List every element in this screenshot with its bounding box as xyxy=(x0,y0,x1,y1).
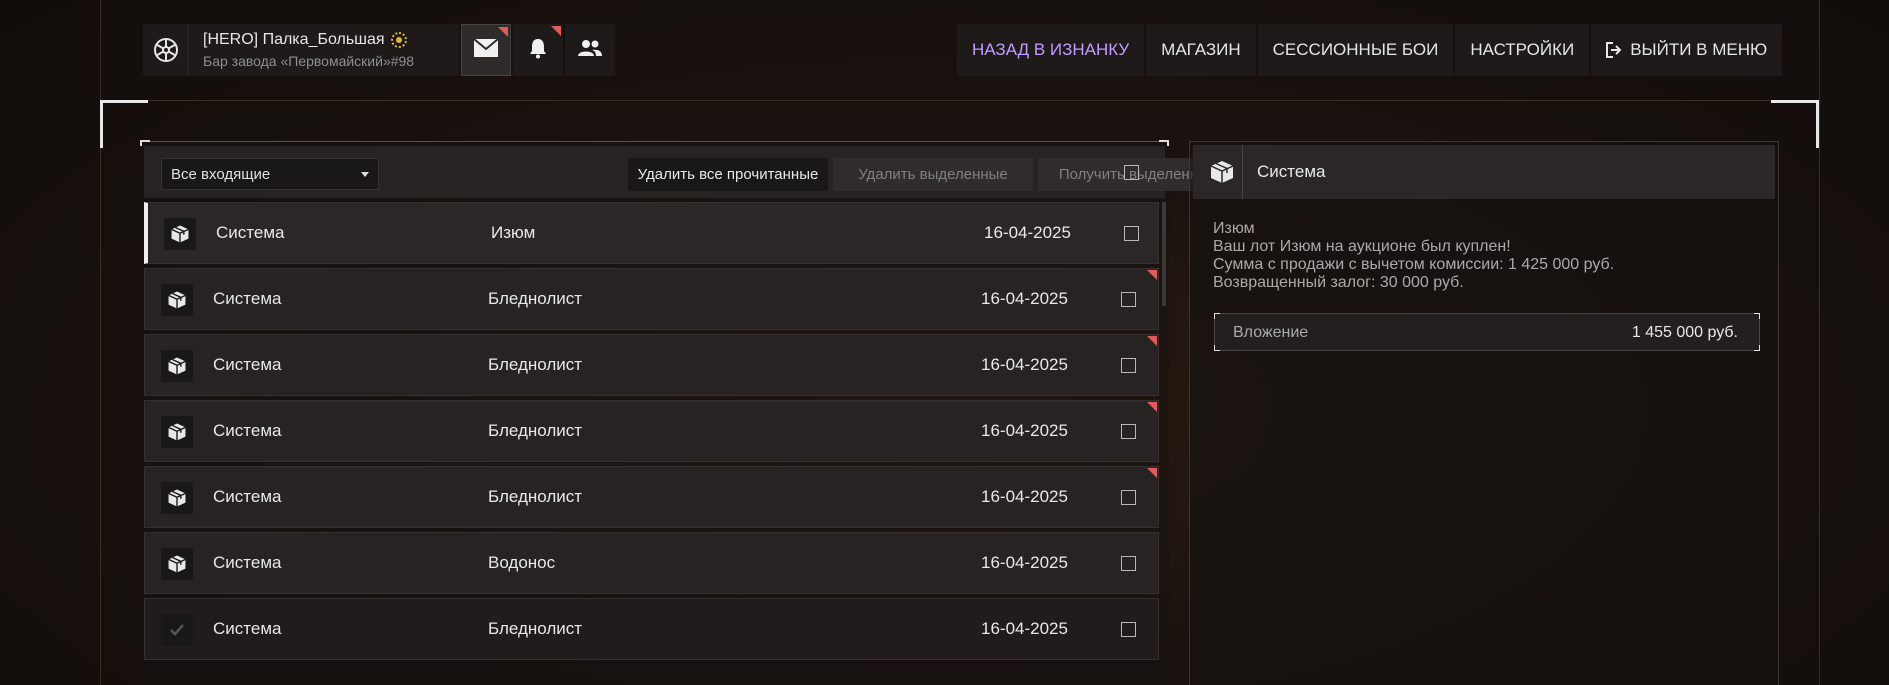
mail-filter-value: Все входящие xyxy=(171,166,271,183)
frame-line-right xyxy=(1819,0,1820,685)
mail-row[interactable]: Система Изюм 16-04-2025 xyxy=(144,202,1159,264)
message-header: Система xyxy=(1193,145,1775,199)
message-line: Изюм xyxy=(1213,220,1255,237)
unread-marker xyxy=(1147,336,1157,346)
package-icon xyxy=(161,284,193,316)
mail-sender: Система xyxy=(213,553,282,572)
mail-row-checkbox[interactable] xyxy=(1121,490,1136,505)
mail-date: 16-04-2025 xyxy=(981,421,1068,440)
package-icon xyxy=(164,218,196,250)
nav-settings-label: НАСТРОЙКИ xyxy=(1470,40,1575,59)
mail-sender: Система xyxy=(213,619,282,638)
package-icon xyxy=(161,416,193,448)
mail-sender: Система xyxy=(213,355,282,374)
exit-icon xyxy=(1606,42,1622,58)
mail-subject: Бледнолист xyxy=(488,355,583,374)
nav-sessions-label: СЕССИОННЫЕ БОИ xyxy=(1272,40,1439,59)
nav-shop-label: МАГАЗИН xyxy=(1161,40,1241,59)
sun-badge-icon xyxy=(390,32,407,48)
mail-row-checkbox[interactable] xyxy=(1121,358,1136,373)
unread-marker xyxy=(1147,270,1157,280)
mail-subject: Бледнолист xyxy=(488,289,583,308)
mail-date: 16-04-2025 xyxy=(984,223,1071,242)
attachment-label: Вложение xyxy=(1233,324,1309,341)
package-icon xyxy=(161,350,193,382)
unread-marker xyxy=(551,26,561,36)
mail-button[interactable] xyxy=(461,24,511,76)
nav-exit-label: ВЫЙТИ В МЕНЮ xyxy=(1630,40,1768,59)
mail-subject: Бледнолист xyxy=(488,421,583,440)
unread-marker xyxy=(498,27,508,37)
mail-toolbar: Все входящие Удалить все прочитанные Уда… xyxy=(144,146,1238,198)
friends-button[interactable] xyxy=(565,24,615,76)
unread-marker xyxy=(1147,402,1157,412)
mail-row[interactable]: Система Бледнолист 16-04-2025 xyxy=(144,334,1159,396)
radiation-logo-icon xyxy=(143,24,189,76)
bell-icon xyxy=(528,37,548,64)
mail-date: 16-04-2025 xyxy=(981,355,1068,374)
mail-date: 16-04-2025 xyxy=(981,289,1068,308)
nav-settings-button[interactable]: НАСТРОЙКИ xyxy=(1455,24,1590,76)
attachment-value: 1 455 000 руб. xyxy=(1631,324,1738,341)
main-nav: НАЗАД В ИЗНАНКУ МАГАЗИН СЕССИОННЫЕ БОИ Н… xyxy=(957,24,1783,76)
friends-icon xyxy=(578,39,602,62)
package-icon xyxy=(161,548,193,580)
mail-subject: Водонос xyxy=(488,553,556,572)
mail-row[interactable]: Система Бледнолист 16-04-2025 xyxy=(144,598,1159,660)
mail-date: 16-04-2025 xyxy=(981,553,1068,572)
mail-row-checkbox[interactable] xyxy=(1121,292,1136,307)
mail-row[interactable]: Система Бледнолист 16-04-2025 xyxy=(144,268,1159,330)
mail-date: 16-04-2025 xyxy=(981,619,1068,638)
message-line: Ваш лот Изюм на аукционе был куплен! xyxy=(1213,238,1511,255)
mail-row[interactable]: Система Бледнолист 16-04-2025 xyxy=(144,400,1159,462)
frame-line-top xyxy=(100,100,1821,101)
mail-row-checkbox[interactable] xyxy=(1121,556,1136,571)
mail-date: 16-04-2025 xyxy=(981,487,1068,506)
mail-sender: Система xyxy=(213,421,282,440)
nav-sessions-button[interactable]: СЕССИОННЫЕ БОИ xyxy=(1257,24,1454,76)
message-line: Сумма с продажи с вычетом комиссии: 1 42… xyxy=(1213,256,1615,273)
scrollbar[interactable] xyxy=(1162,202,1166,306)
mail-subject: Бледнолист xyxy=(488,487,583,506)
mail-row-checkbox[interactable] xyxy=(1124,226,1139,241)
message-panel: Система Изюм Ваш лот Изюм на аукционе бы… xyxy=(1189,141,1779,685)
mail-row[interactable]: Система Бледнолист 16-04-2025 xyxy=(144,466,1159,528)
mail-filter-select[interactable]: Все входящие xyxy=(161,158,379,190)
message-body: Изюм Ваш лот Изюм на аукционе был куплен… xyxy=(1213,220,1614,292)
message-sender: Система xyxy=(1257,162,1326,181)
nav-back-label: НАЗАД В ИЗНАНКУ xyxy=(972,40,1130,59)
mail-sender: Система xyxy=(213,487,282,506)
nav-shop-button[interactable]: МАГАЗИН xyxy=(1146,24,1256,76)
mail-icon xyxy=(473,37,499,63)
delete-read-button[interactable]: Удалить все прочитанные xyxy=(628,158,828,191)
mail-row-checkbox[interactable] xyxy=(1121,424,1136,439)
delete-selected-label: Удалить выделенные xyxy=(858,166,1008,183)
mail-sender: Система xyxy=(213,289,282,308)
checkmark-icon xyxy=(161,614,193,646)
unread-marker xyxy=(1147,468,1157,478)
delete-selected-button[interactable]: Удалить выделенные xyxy=(833,158,1033,191)
notifications-button[interactable] xyxy=(513,24,563,76)
package-icon xyxy=(1201,145,1243,199)
mail-subject: Изюм xyxy=(491,223,536,242)
chevron-down-icon xyxy=(361,172,369,177)
mail-list-panel: Все входящие Удалить все прочитанные Уда… xyxy=(140,140,1238,685)
mail-row-checkbox[interactable] xyxy=(1121,622,1136,637)
package-icon xyxy=(161,482,193,514)
attachment-row[interactable]: Вложение 1 455 000 руб. xyxy=(1214,313,1760,351)
mail-row[interactable]: Система Водонос 16-04-2025 xyxy=(144,532,1159,594)
nav-exit-button[interactable]: ВЫЙТИ В МЕНЮ xyxy=(1591,24,1783,76)
player-nickname: [HERO] Палка_Большая xyxy=(203,31,385,48)
profile-card[interactable]: [HERO] Палка_Большая Бар завода «Первома… xyxy=(143,24,459,76)
mail-sender: Система xyxy=(216,223,285,242)
nav-back-button[interactable]: НАЗАД В ИЗНАНКУ xyxy=(957,24,1145,76)
mail-subject: Бледнолист xyxy=(488,619,583,638)
select-all-checkbox[interactable] xyxy=(1124,165,1139,180)
message-line: Возвращенный залог: 30 000 руб. xyxy=(1213,274,1464,291)
delete-read-label: Удалить все прочитанные xyxy=(637,166,819,183)
player-location: Бар завода «Первомайский»#98 xyxy=(203,53,415,69)
